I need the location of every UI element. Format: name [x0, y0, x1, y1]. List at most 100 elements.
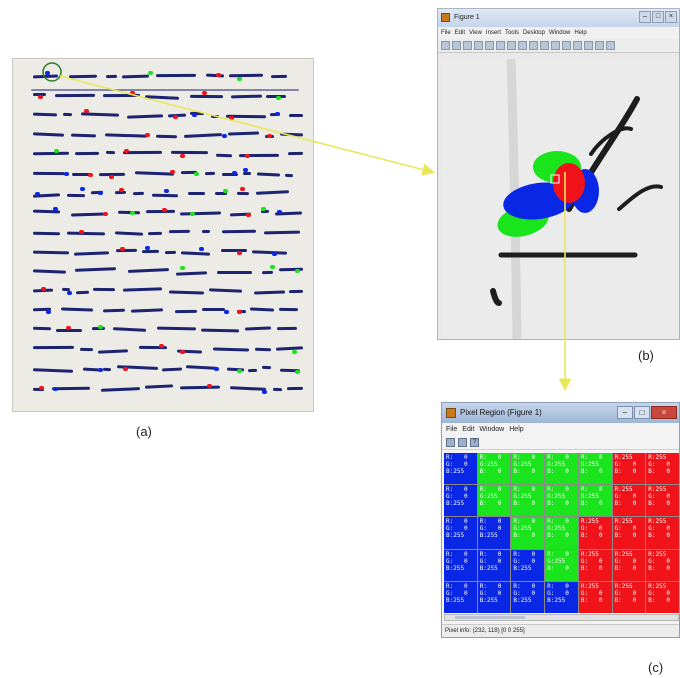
scrollbar-thumb[interactable] — [455, 616, 525, 619]
rotate-icon[interactable] — [529, 41, 538, 50]
pixel-cell[interactable]: R:255 G: 0 B: 0 — [612, 485, 646, 517]
close-button[interactable]: × — [651, 406, 677, 419]
maximize-button[interactable]: □ — [652, 11, 664, 23]
pixel-cell[interactable]: R: 0 G:255 B: 0 — [578, 485, 612, 517]
pixel-cell[interactable]: R: 0 G: 0 B:255 — [444, 517, 477, 549]
pixel-cell[interactable]: R:255 G: 0 B: 0 — [612, 453, 646, 485]
pointer-icon[interactable] — [485, 41, 494, 50]
menu-edit[interactable]: Edit — [455, 27, 465, 39]
zoom-in-icon[interactable] — [496, 41, 505, 50]
pixel-cell[interactable]: R:255 G: 0 B: 0 — [578, 549, 612, 581]
handwriting-stroke — [117, 210, 140, 215]
open-file-icon[interactable] — [452, 41, 461, 50]
menu-tools[interactable]: Tools — [505, 27, 519, 39]
pan-icon[interactable] — [518, 41, 527, 50]
handwriting-stroke — [276, 327, 297, 331]
handwriting-stroke — [151, 193, 178, 197]
classified-pixel-mark — [66, 291, 72, 296]
pixel-cell[interactable]: R: 0 G:255 B: 0 — [545, 517, 578, 549]
pixel-cell[interactable]: R: 0 G:255 B: 0 — [545, 485, 578, 517]
pixel-cell[interactable]: R:255 G: 0 B: 0 — [646, 517, 679, 549]
handwriting-stroke — [32, 368, 73, 373]
colorbar-icon[interactable] — [573, 41, 582, 50]
pixel-value-grid[interactable]: R: 0 G: 0 B:255 R: 0 G:255 B: 0 R: 0 G:255… — [444, 453, 679, 613]
minimize-button[interactable]: – — [639, 11, 651, 23]
save-icon[interactable] — [463, 41, 472, 50]
menu-edit[interactable]: Edit — [462, 423, 474, 436]
handwriting-stroke — [126, 114, 164, 120]
print-icon[interactable] — [474, 41, 483, 50]
pixel-cell[interactable]: R:255 G: 0 B: 0 — [646, 549, 679, 581]
minimize-button[interactable]: – — [617, 406, 633, 419]
handwriting-stroke — [63, 112, 72, 116]
pixel-cell[interactable]: R:255 G: 0 B: 0 — [612, 581, 646, 613]
pixel-cell[interactable]: R: 0 G: 0 B:255 — [511, 581, 545, 613]
handwriting-stroke — [32, 345, 74, 350]
pixel-cell[interactable]: R: 0 G: 0 B:255 — [444, 485, 477, 517]
pixel-cell[interactable]: R:255 G: 0 B: 0 — [646, 581, 679, 613]
classified-pixel-mark — [97, 324, 103, 329]
handwriting-stroke — [256, 172, 280, 177]
pixel-cell[interactable]: R: 0 G: 0 B:255 — [477, 581, 511, 613]
pixel-cell[interactable]: R: 0 G: 0 B:255 — [477, 517, 511, 549]
pixel-cell[interactable]: R:255 G: 0 B: 0 — [578, 517, 612, 549]
menu-window[interactable]: Window — [479, 423, 504, 436]
data-cursor-icon[interactable] — [540, 41, 549, 50]
pixel-region-menubar: File Edit Window Help — [442, 423, 679, 436]
pixel-cell[interactable]: R: 0 G:255 B: 0 — [511, 485, 545, 517]
brush-icon[interactable] — [551, 41, 560, 50]
menu-insert[interactable]: Insert — [486, 27, 501, 39]
pixel-cell[interactable]: R: 0 G:255 B: 0 — [545, 453, 578, 485]
hide-tools-icon[interactable] — [595, 41, 604, 50]
handwriting-stroke — [52, 386, 91, 391]
handwriting-stroke — [60, 306, 93, 312]
pixel-cell[interactable]: R:255 G: 0 B: 0 — [646, 453, 679, 485]
handwriting-stroke — [131, 308, 164, 313]
pixel-cell[interactable]: R:255 G: 0 B: 0 — [612, 517, 646, 549]
menu-view[interactable]: View — [469, 27, 482, 39]
link-icon[interactable] — [562, 41, 571, 50]
pixel-cell[interactable]: R: 0 G: 0 B:255 — [444, 453, 477, 485]
menu-file[interactable]: File — [446, 423, 457, 436]
pixel-cell[interactable]: R: 0 G: 0 B:255 — [444, 549, 477, 581]
copy-icon[interactable] — [446, 438, 455, 447]
pixel-cell[interactable]: R: 0 G:255 B: 0 — [477, 453, 511, 485]
show-tools-icon[interactable] — [606, 41, 615, 50]
maximize-button[interactable]: □ — [634, 406, 650, 419]
pixel-cell[interactable]: R:255 G: 0 B: 0 — [612, 549, 646, 581]
menu-help[interactable]: Help — [574, 27, 586, 39]
pixel-cell[interactable]: R: 0 G: 0 B:255 — [477, 549, 511, 581]
pixel-cell[interactable]: R: 0 G:255 B: 0 — [511, 453, 545, 485]
menu-file[interactable]: File — [441, 27, 451, 39]
handwriting-stroke — [229, 74, 264, 78]
pixel-cell[interactable]: R: 0 G: 0 B:255 — [511, 549, 545, 581]
contrast-icon[interactable] — [458, 438, 467, 447]
new-figure-icon[interactable] — [441, 41, 450, 50]
classified-pixel-mark — [180, 153, 186, 158]
handwriting-stroke — [92, 287, 116, 292]
classified-pixel-mark — [45, 310, 51, 315]
handwriting-stroke — [79, 347, 93, 352]
pixel-cell[interactable]: R: 0 G: 0 B:255 — [444, 581, 477, 613]
pixel-cell[interactable]: R: 0 G:255 B: 0 — [477, 485, 511, 517]
close-button[interactable]: × — [665, 11, 677, 23]
legend-icon[interactable] — [584, 41, 593, 50]
pixel-cell[interactable]: R:255 G: 0 B: 0 — [578, 581, 612, 613]
horizontal-scrollbar[interactable] — [444, 614, 679, 621]
menu-help[interactable]: Help — [509, 423, 523, 436]
zoomed-stroke-image[interactable] — [441, 59, 678, 339]
zoom-out-icon[interactable] — [507, 41, 516, 50]
menu-desktop[interactable]: Desktop — [523, 27, 545, 39]
pixel-cell[interactable]: R: 0 G:255 B: 0 — [578, 453, 612, 485]
pixel-cell[interactable]: R: 0 G:255 B: 0 — [545, 549, 578, 581]
pixel-cell[interactable]: R: 0 G:255 B: 0 — [511, 517, 545, 549]
pixel-cell[interactable]: R:255 G: 0 B: 0 — [646, 485, 679, 517]
pixel-cell[interactable]: R: 0 G: 0 B:255 — [545, 581, 578, 613]
menu-window[interactable]: Window — [549, 27, 570, 39]
help-icon[interactable]: ? — [470, 438, 479, 447]
handwriting-stroke — [262, 270, 274, 275]
classified-pixel-mark — [130, 211, 136, 216]
classified-pixel-mark — [229, 116, 235, 121]
handwriting-stroke — [142, 250, 160, 254]
handwriting-stroke — [187, 192, 205, 196]
